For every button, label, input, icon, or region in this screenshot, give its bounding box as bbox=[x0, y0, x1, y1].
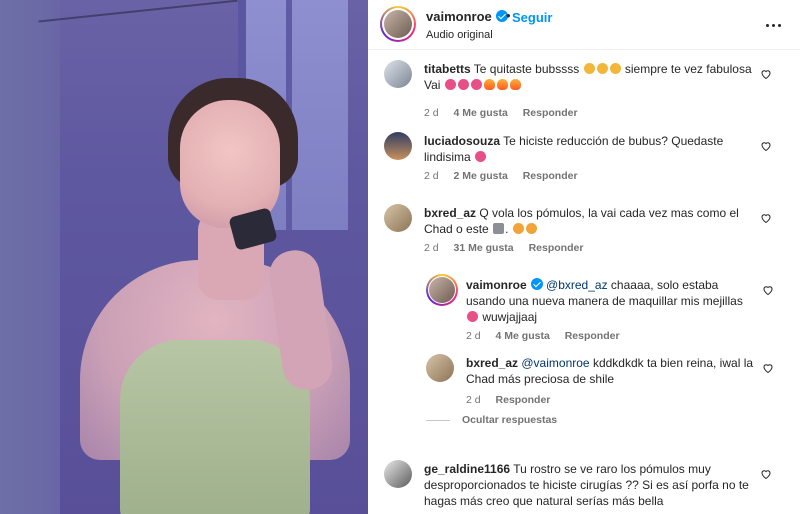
wall bbox=[0, 0, 60, 514]
post-video[interactable] bbox=[0, 0, 368, 514]
like-heart-icon[interactable] bbox=[762, 362, 774, 374]
fire-emoji-icon bbox=[483, 79, 495, 90]
avatar[interactable] bbox=[429, 277, 455, 303]
flushed-emoji-icon bbox=[467, 311, 478, 322]
reply-button[interactable]: Responder bbox=[523, 170, 578, 182]
reply-time: 2 d bbox=[466, 394, 481, 406]
avatar[interactable] bbox=[384, 132, 412, 160]
reply-username[interactable]: bxred_az bbox=[466, 356, 518, 370]
header-avatar-ring[interactable] bbox=[380, 6, 416, 42]
like-heart-icon[interactable] bbox=[760, 468, 772, 480]
header-username[interactable]: vaimonroe bbox=[426, 9, 508, 24]
mention-link[interactable]: @vaimonroe bbox=[521, 356, 589, 370]
heart-eyes-emoji-icon bbox=[470, 79, 482, 90]
comment-meta: 2 d 4 Me gusta Responder bbox=[424, 107, 590, 119]
reply-likes[interactable]: 4 Me gusta bbox=[496, 330, 550, 342]
reply-username[interactable]: vaimonroe bbox=[466, 278, 527, 292]
comment-time: 2 d bbox=[424, 170, 439, 182]
comments-section: titabetts Te quitaste bubssss siempre te… bbox=[368, 50, 800, 514]
cable bbox=[38, 0, 242, 61]
reply-button[interactable]: Responder bbox=[529, 242, 584, 254]
hide-replies-button[interactable]: Ocultar respuestas bbox=[426, 414, 557, 426]
reply-body-part: wuwjajjaaj bbox=[482, 310, 538, 324]
comment-body-part: Te quitaste bubssss bbox=[473, 62, 580, 76]
comment-text: luciadosouza Te hiciste reducción de bub… bbox=[424, 133, 754, 165]
reply-meta: 2 d Responder bbox=[466, 394, 562, 406]
like-heart-icon[interactable] bbox=[760, 140, 772, 152]
audio-link[interactable]: Audio original bbox=[426, 29, 493, 41]
heart-eyes-emoji-icon bbox=[457, 79, 469, 90]
moai-emoji-icon bbox=[493, 223, 505, 234]
reply-time: 2 d bbox=[466, 330, 481, 342]
pensive-emoji-icon bbox=[512, 223, 524, 234]
heart-eyes-emoji-icon bbox=[475, 151, 487, 162]
like-heart-icon[interactable] bbox=[760, 68, 772, 80]
fire-emoji-icon bbox=[496, 79, 508, 90]
comment-time: 2 d bbox=[424, 242, 439, 254]
like-heart-icon[interactable] bbox=[760, 212, 772, 224]
fire-emoji-icon bbox=[509, 79, 521, 90]
hide-replies-label[interactable]: Ocultar respuestas bbox=[462, 414, 557, 426]
header-username-text[interactable]: vaimonroe bbox=[426, 9, 492, 24]
reply-avatar-ring[interactable] bbox=[426, 274, 458, 306]
reply-button[interactable]: Responder bbox=[523, 107, 578, 119]
comment-username[interactable]: ge_raldine1166 bbox=[424, 462, 510, 476]
avatar[interactable] bbox=[384, 204, 412, 232]
mention-link[interactable]: @bxred_az bbox=[546, 278, 608, 292]
avatar[interactable] bbox=[426, 354, 454, 382]
reply-text: bxred_az @vaimonroe kddkdkdk ta bien rei… bbox=[466, 355, 756, 387]
surprised-emoji-icon bbox=[609, 63, 621, 74]
post-header: vaimonroe • Seguir Audio original bbox=[368, 0, 800, 50]
avatar[interactable] bbox=[384, 60, 412, 88]
follow-button[interactable]: Seguir bbox=[512, 10, 552, 25]
comment-text: bxred_az Q vola los pómulos, la vai cada… bbox=[424, 206, 739, 236]
comment-meta: 2 d 2 Me gusta Responder bbox=[424, 170, 590, 182]
comment-username[interactable]: luciadosouza bbox=[424, 134, 500, 148]
comment-likes[interactable]: 31 Me gusta bbox=[454, 242, 514, 254]
separator-dot: • bbox=[506, 8, 511, 23]
comment-text: titabetts Te quitaste bubssss siempre te… bbox=[424, 61, 754, 93]
surprised-emoji-icon bbox=[583, 63, 595, 74]
avatar[interactable] bbox=[384, 460, 412, 488]
reply-button[interactable]: Responder bbox=[496, 394, 551, 406]
comment-time: 2 d bbox=[424, 107, 439, 119]
comment-meta: 2 d 31 Me gusta Responder bbox=[424, 242, 595, 254]
avatar[interactable] bbox=[384, 10, 412, 38]
comment-username[interactable]: titabetts bbox=[424, 62, 471, 76]
comment-text: ge_raldine1166 Tu rostro se ve raro los … bbox=[424, 461, 754, 509]
reply-button[interactable]: Responder bbox=[565, 330, 620, 342]
like-heart-icon[interactable] bbox=[762, 284, 774, 296]
comment-username[interactable]: bxred_az bbox=[424, 206, 476, 220]
comment-likes[interactable]: 2 Me gusta bbox=[454, 170, 508, 182]
verified-badge-icon bbox=[530, 278, 543, 290]
surprised-emoji-icon bbox=[596, 63, 608, 74]
more-options-icon[interactable] bbox=[766, 17, 782, 33]
reply-text: vaimonroe @bxred_az chaaaa, solo estaba … bbox=[466, 277, 756, 325]
heart-eyes-emoji-icon bbox=[444, 79, 456, 90]
comment-likes[interactable]: 4 Me gusta bbox=[454, 107, 508, 119]
pensive-emoji-icon bbox=[525, 223, 537, 234]
reply-meta: 2 d 4 Me gusta Responder bbox=[466, 330, 632, 342]
